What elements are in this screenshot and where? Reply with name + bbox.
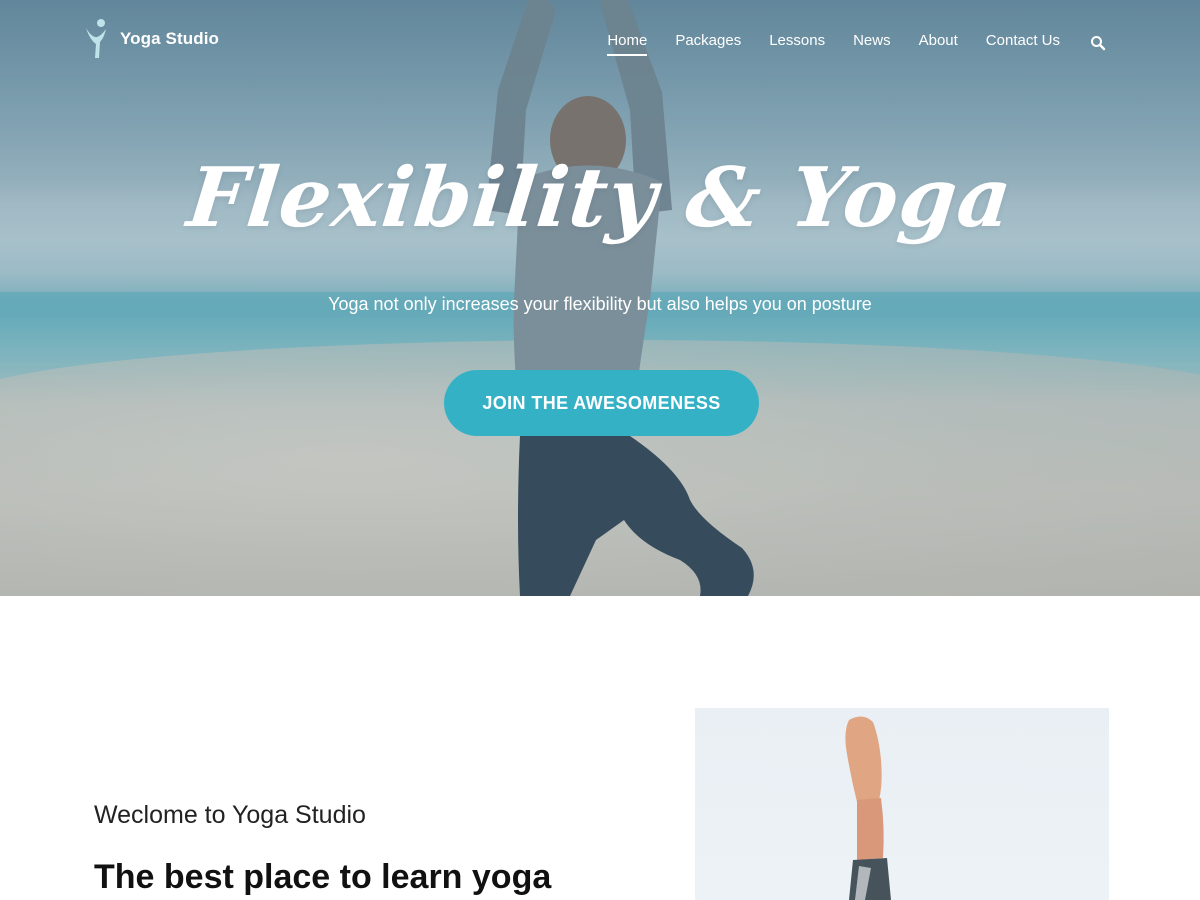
hero-banner: Yoga Studio Home Packages Lessons News A… (0, 0, 1200, 596)
nav-item-home[interactable]: Home (607, 32, 648, 56)
welcome-heading: The best place to learn yoga (94, 858, 552, 896)
join-button[interactable]: JOIN THE AWESOMENESS (444, 370, 759, 436)
nav-item-lessons[interactable]: Lessons (769, 32, 825, 53)
main-nav: Home Packages Lessons News About Contact… (579, 32, 1106, 56)
brand-name: Yoga Studio (120, 29, 219, 48)
nav-item-about[interactable]: About (919, 32, 958, 53)
nav-item-contact-us[interactable]: Contact Us (986, 32, 1060, 53)
welcome-photo (695, 708, 1109, 900)
search-icon[interactable] (1090, 35, 1106, 51)
welcome-eyebrow: Weclome to Yoga Studio (94, 801, 366, 829)
yoga-figure-logo-icon (86, 19, 106, 58)
site-header: Yoga Studio Home Packages Lessons News A… (0, 0, 1200, 84)
welcome-section: Weclome to Yoga Studio The best place to… (0, 596, 1200, 900)
nav-item-news[interactable]: News (853, 32, 891, 53)
hero-subtitle: Yoga not only increases your flexibility… (328, 294, 872, 314)
raised-foot-image (845, 716, 891, 900)
hero-title: Flexibility & Yoga (183, 150, 1017, 246)
nav-item-packages[interactable]: Packages (675, 32, 741, 53)
brand-link[interactable]: Yoga Studio (84, 18, 219, 60)
